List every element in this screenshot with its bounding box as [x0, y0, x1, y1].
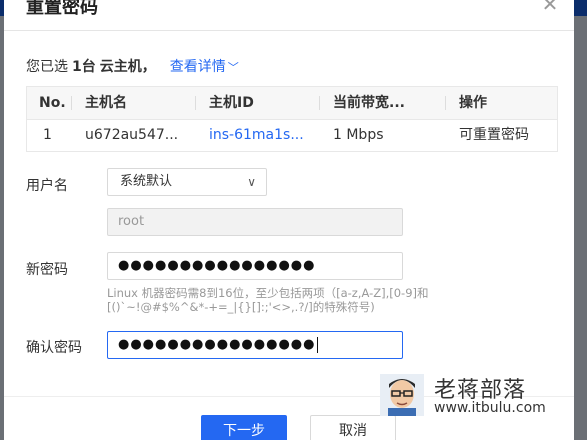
column-divider: [195, 96, 196, 110]
row-bandwidth: 1 Mbps: [333, 127, 384, 143]
col-bandwidth: 当前带宽...: [333, 95, 405, 111]
row-action: 可重置密码: [459, 127, 529, 143]
selection-comma: ，: [141, 59, 156, 75]
selection-count: 1台: [72, 59, 96, 75]
chevron-down-icon: ∨: [247, 175, 256, 189]
selection-summary: 您已选 1台 云主机， 查看详情 ﹀: [26, 56, 239, 76]
row-no: 1: [43, 127, 52, 143]
dialog-header: 重置密码 ✕: [4, 0, 574, 31]
confirm-password-input[interactable]: ●●●●●●●●●●●●●●●●: [107, 331, 403, 359]
username-value: root: [118, 214, 145, 229]
watermark: 老蒋部落 www.itbulu.com: [376, 372, 587, 422]
column-divider: [319, 96, 320, 110]
col-hostname: 主机名: [85, 95, 127, 111]
next-step-button[interactable]: 下一步: [201, 415, 287, 440]
selection-type: 云主机: [99, 59, 142, 75]
col-no: No.: [39, 95, 66, 111]
col-host-id: 主机ID: [209, 95, 254, 111]
table-header: No. 主机名 主机ID 当前带宽... 操作: [27, 87, 557, 120]
view-details-link[interactable]: 查看详情: [170, 59, 226, 75]
confirm-password-label: 确认密码: [26, 340, 82, 356]
username-field: root: [107, 208, 403, 236]
text-cursor: [316, 336, 318, 353]
selection-prefix: 您已选: [26, 59, 68, 75]
avatar-icon: [380, 374, 424, 416]
column-divider: [71, 96, 72, 110]
close-icon[interactable]: ✕: [540, 0, 560, 14]
username-select[interactable]: 系统默认 ∨: [107, 168, 267, 196]
username-select-value: 系统默认: [120, 174, 173, 189]
column-divider: [445, 96, 446, 110]
password-hint: Linux 机器密码需8到16位，至少包括两项（[a-z,A-Z],[0-9]和…: [107, 286, 429, 314]
dialog-title: 重置密码: [26, 0, 98, 18]
chevron-down-icon[interactable]: ﹀: [228, 61, 239, 74]
table-row: 1 u672au547... ins-61ma1s... 1 Mbps 可重置密…: [27, 120, 557, 151]
row-host-id-link[interactable]: ins-61ma1s...: [209, 120, 304, 151]
new-password-value: ●●●●●●●●●●●●●●●●: [118, 258, 316, 273]
new-password-label: 新密码: [26, 262, 68, 278]
instance-table: No. 主机名 主机ID 当前带宽... 操作 1 u672au547... i…: [26, 86, 558, 152]
new-password-input[interactable]: ●●●●●●●●●●●●●●●●: [107, 252, 403, 280]
watermark-url: www.itbulu.com: [434, 400, 546, 416]
username-label: 用户名: [26, 178, 68, 194]
col-action: 操作: [459, 95, 487, 111]
confirm-password-value: ●●●●●●●●●●●●●●●●: [118, 337, 316, 352]
row-hostname: u672au547...: [85, 127, 179, 143]
